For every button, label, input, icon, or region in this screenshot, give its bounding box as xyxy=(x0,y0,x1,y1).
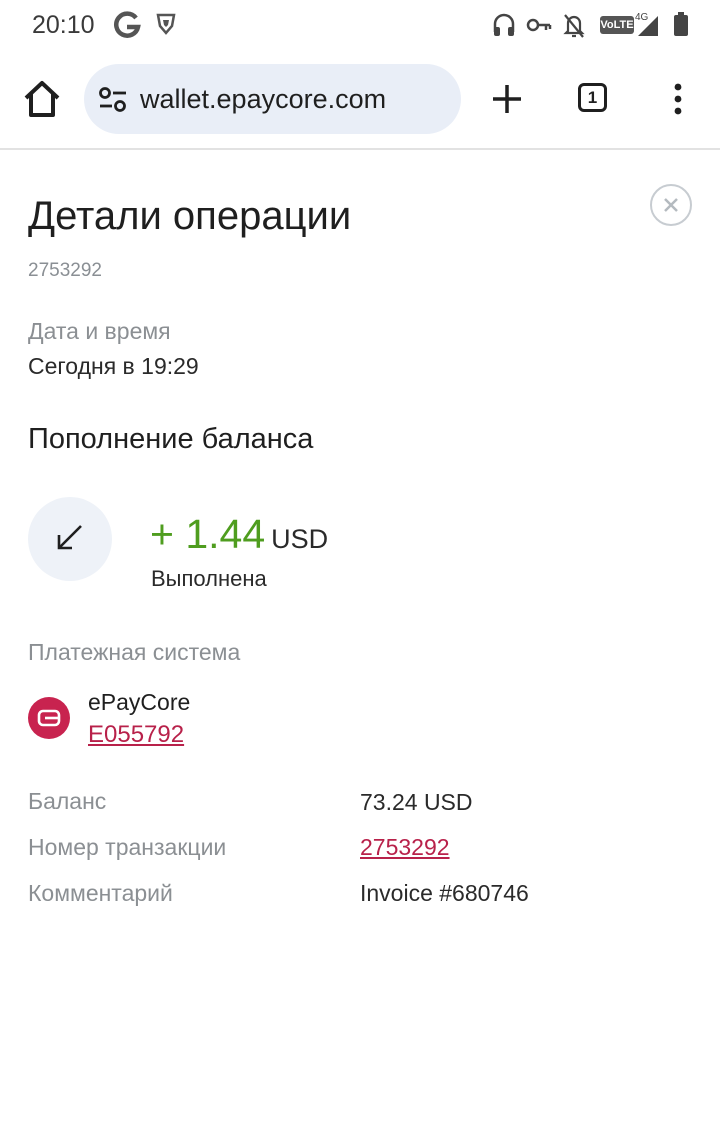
transaction-number-link[interactable]: 2753292 xyxy=(360,832,450,862)
incoming-arrow-badge xyxy=(28,497,112,581)
operation-id: 2753292 xyxy=(28,260,102,281)
google-icon xyxy=(114,11,141,38)
home-button[interactable] xyxy=(22,78,62,120)
datetime-label: Дата и время xyxy=(28,318,171,344)
payment-account-link[interactable]: E055792 xyxy=(88,720,184,750)
amount-value: + 1.44 xyxy=(150,511,266,557)
payment-system-label: Платежная система xyxy=(28,639,241,665)
operation-status: Выполнена xyxy=(151,566,267,591)
amount: + 1.44 USD xyxy=(150,508,328,570)
close-button[interactable] xyxy=(650,184,692,226)
operation-type: Пополнение баланса xyxy=(28,423,314,455)
new-tab-button[interactable] xyxy=(491,83,523,115)
address-bar[interactable]: wallet.epaycore.com xyxy=(84,64,461,134)
more-menu-icon[interactable] xyxy=(668,83,688,117)
toolbar-divider xyxy=(0,148,720,150)
page-title: Детали операции xyxy=(28,194,352,238)
shield-icon xyxy=(156,13,176,35)
url-text[interactable]: wallet.epaycore.com xyxy=(140,64,386,134)
status-time: 20:10 xyxy=(32,11,95,39)
transaction-number-label: Номер транзакции xyxy=(28,834,227,860)
headphones-icon xyxy=(493,13,515,36)
amount-currency: USD xyxy=(271,524,329,554)
arrow-down-left-icon xyxy=(57,525,82,550)
bell-off-icon xyxy=(563,14,585,38)
wallet-icon xyxy=(37,709,61,727)
balance-label: Баланс xyxy=(28,788,107,814)
epaycore-logo xyxy=(28,697,70,739)
signal-icon xyxy=(638,16,658,36)
battery-icon xyxy=(674,12,688,36)
tab-switcher-button[interactable]: 1 xyxy=(578,83,607,112)
balance-value: 73.24 USD xyxy=(360,789,473,815)
volte-icon: VoLTE xyxy=(600,16,634,34)
key-icon xyxy=(526,18,552,32)
site-settings-icon[interactable] xyxy=(98,86,128,114)
payment-system-name: ePayCore xyxy=(88,689,191,715)
close-icon[interactable] xyxy=(652,186,690,224)
comment-value: Invoice #680746 xyxy=(360,880,529,906)
datetime-value: Сегодня в 19:29 xyxy=(28,353,199,379)
comment-label: Комментарий xyxy=(28,880,173,906)
